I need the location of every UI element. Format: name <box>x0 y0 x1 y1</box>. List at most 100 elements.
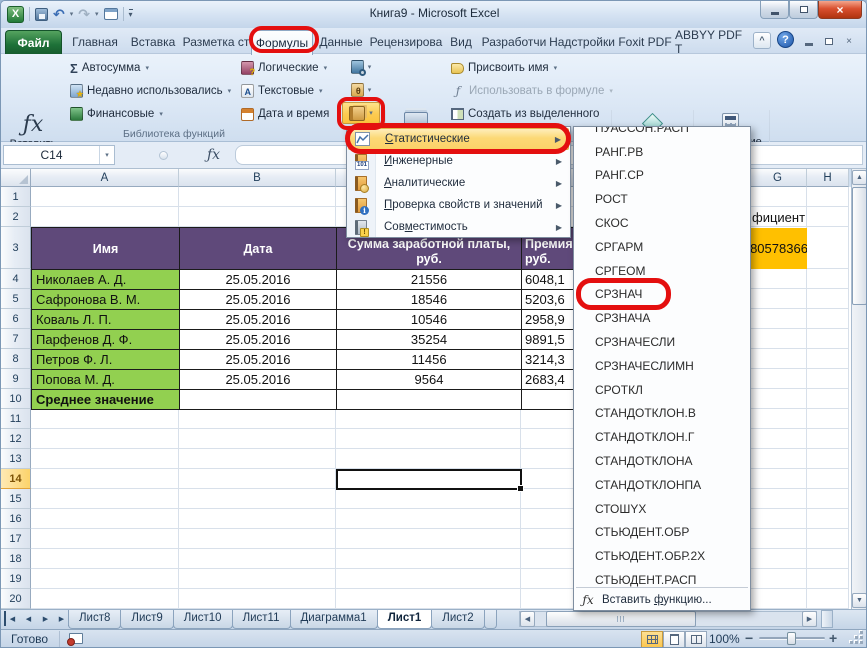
close-button[interactable]: × <box>818 1 862 19</box>
sheet-tab-stub[interactable] <box>484 610 497 629</box>
column-header-A[interactable]: A <box>31 169 179 187</box>
normal-view-button[interactable] <box>641 631 663 648</box>
name-cell[interactable]: Сафронова В. М. <box>31 289 180 310</box>
row-header-16[interactable]: 16 <box>1 509 31 529</box>
function-item-СРЗНАЧА[interactable]: СРЗНАЧА <box>574 306 730 330</box>
function-item-СТАНДОТКЛОНА[interactable]: СТАНДОТКЛОНА <box>574 449 730 473</box>
insert-function-fx-icon[interactable]: ƒx <box>207 147 220 163</box>
function-item-СРГАРМ[interactable]: СРГАРМ <box>574 235 730 259</box>
row-header-4[interactable]: 4 <box>1 269 31 289</box>
select-all-corner[interactable] <box>1 169 31 187</box>
horizontal-scroll-thumb[interactable] <box>546 611 696 627</box>
zoom-level[interactable]: 100% <box>709 632 740 646</box>
name-cell[interactable]: Петров Ф. Л. <box>31 349 180 370</box>
name-box[interactable]: C14 ▾ <box>3 145 115 165</box>
tab-split-handle[interactable] <box>821 610 833 628</box>
tab-Вид[interactable]: Вид <box>443 30 479 54</box>
workbook-restore-button[interactable] <box>821 34 837 48</box>
column-header-G[interactable]: G <box>749 169 807 187</box>
resize-grip[interactable] <box>849 630 863 644</box>
help-icon[interactable]: ? <box>777 31 794 48</box>
function-item-СРЗНАЧЕСЛИ[interactable]: СРЗНАЧЕСЛИ <box>574 330 730 354</box>
row-header-11[interactable]: 11 <box>1 409 31 429</box>
sheet-tab-Лист8[interactable]: Лист8 <box>68 610 121 629</box>
date-cell[interactable]: 25.05.2016 <box>179 369 337 390</box>
page-break-view-button[interactable] <box>685 631 707 648</box>
function-item-РАНГ.РВ[interactable]: РАНГ.РВ <box>574 140 730 164</box>
salary-cell[interactable]: 21556 <box>336 269 522 290</box>
row-header-1[interactable]: 1 <box>1 187 31 207</box>
tab-Надстройки[interactable]: Надстройки <box>549 30 615 54</box>
tab-Foxit PDF[interactable]: Foxit PDF <box>615 30 675 54</box>
row-header-8[interactable]: 8 <box>1 349 31 369</box>
scroll-up-icon[interactable]: ▲ <box>852 170 867 185</box>
row-header-17[interactable]: 17 <box>1 529 31 549</box>
vertical-scroll-thumb[interactable] <box>852 187 867 305</box>
function-item-СТАНДОТКЛОН.В[interactable]: СТАНДОТКЛОН.В <box>574 402 730 426</box>
selected-cell[interactable] <box>336 469 522 490</box>
function-item-СКОС[interactable]: СКОС <box>574 211 730 235</box>
recently-used-button[interactable]: ★ Недавно использовались ▾ <box>67 80 234 102</box>
coefficient-value-cell[interactable]: 80578366 <box>750 228 807 269</box>
scroll-down-icon[interactable]: ▼ <box>852 593 867 608</box>
menu-item-Проверка свойств и значений[interactable]: iПроверка свойств и значений▶ <box>348 194 569 216</box>
function-item-СТЬЮДЕНТ.ОБР[interactable]: СТЬЮДЕНТ.ОБР <box>574 521 730 545</box>
create-from-selection-button[interactable]: Создать из выделенного <box>448 103 602 125</box>
header-cell-date[interactable]: Дата <box>179 227 337 270</box>
tab-Вставка[interactable]: Вставка <box>125 30 181 54</box>
zoom-in-button[interactable]: + <box>829 630 837 646</box>
lookup-reference-button[interactable]: ▾ <box>342 56 380 78</box>
salary-cell[interactable]: 9564 <box>336 369 522 390</box>
tab-Данные[interactable]: Данные <box>313 30 369 54</box>
sheet-tab-Лист10[interactable]: Лист10 <box>173 610 233 629</box>
menu-item-Статистические[interactable]: Статистические▶ <box>348 128 569 150</box>
name-cell[interactable]: Коваль Л. П. <box>31 309 180 330</box>
insert-function-menu-item[interactable]: ƒx Вставить функцию... <box>574 588 750 611</box>
function-item-РОСТ[interactable]: РОСТ <box>574 187 730 211</box>
tab-ABBYY PDF T[interactable]: ABBYY PDF T <box>675 30 749 54</box>
function-item-СТЬЮДЕНТ.РАСП[interactable]: СТЬЮДЕНТ.РАСП <box>574 568 730 587</box>
row-header-2[interactable]: 2 <box>1 207 31 227</box>
menu-item-Аналитические[interactable]: Аналитические▶ <box>348 172 569 194</box>
salary-cell[interactable]: 10546 <box>336 309 522 330</box>
function-item-СТАНДОТКЛОН.Г[interactable]: СТАНДОТКЛОН.Г <box>574 425 730 449</box>
zoom-out-button[interactable]: − <box>745 630 753 646</box>
name-cell[interactable]: Попова М. Д. <box>31 369 180 390</box>
salary-cell[interactable]: 11456 <box>336 349 522 370</box>
scroll-left-icon[interactable]: ◀ <box>520 611 535 627</box>
workbook-minimize-button[interactable] <box>801 34 817 48</box>
restore-button[interactable] <box>789 1 818 19</box>
zoom-slider-thumb[interactable] <box>787 632 796 645</box>
more-functions-button[interactable]: ▾ <box>342 102 380 124</box>
sheet-tab-Лист2[interactable]: Лист2 <box>431 610 484 629</box>
salary-cell[interactable]: 35254 <box>336 329 522 350</box>
row-header-12[interactable]: 12 <box>1 429 31 449</box>
workbook-close-button[interactable]: × <box>841 34 857 48</box>
next-sheet-icon[interactable]: ▶ <box>38 611 53 626</box>
sheet-tab-Диаграмма1[interactable]: Диаграмма1 <box>290 610 378 629</box>
sheet-tab-Лист1[interactable]: Лист1 <box>377 610 433 629</box>
function-item-СТОШYX[interactable]: СТОШYX <box>574 497 730 521</box>
column-header-B[interactable]: B <box>179 169 336 187</box>
header-cell-name[interactable]: Имя <box>31 227 180 270</box>
row-header-10[interactable]: 10 <box>1 389 31 409</box>
row-header-5[interactable]: 5 <box>1 289 31 309</box>
autosum-button[interactable]: Σ Автосумма ▾ <box>67 57 152 79</box>
date-cell[interactable]: 25.05.2016 <box>179 289 337 310</box>
menu-item-Совместимость[interactable]: !Совместимость▶ <box>348 216 569 238</box>
row-header-13[interactable]: 13 <box>1 449 31 469</box>
column-header-H[interactable]: H <box>807 169 849 187</box>
function-item-СТАНДОТКЛОНПА[interactable]: СТАНДОТКЛОНПА <box>574 473 730 497</box>
math-trig-button[interactable]: θ ▾ <box>342 79 380 101</box>
tab-Рецензирова[interactable]: Рецензирова <box>369 30 443 54</box>
first-sheet-icon[interactable]: ◀ <box>4 611 19 626</box>
text-functions-button[interactable]: А Текстовые ▾ <box>238 80 326 102</box>
function-item-СТЬЮДЕНТ.ОБР.2Х[interactable]: СТЬЮДЕНТ.ОБР.2Х <box>574 544 730 568</box>
date-cell[interactable]: 25.05.2016 <box>179 269 337 290</box>
page-layout-view-button[interactable] <box>663 631 685 648</box>
row-header-14[interactable]: 14 <box>1 469 31 489</box>
sheet-tab-Лист11[interactable]: Лист11 <box>232 610 291 629</box>
define-name-button[interactable]: Присвоить имя ▾ <box>448 57 560 79</box>
row-header-7[interactable]: 7 <box>1 329 31 349</box>
date-cell[interactable]: 25.05.2016 <box>179 329 337 350</box>
